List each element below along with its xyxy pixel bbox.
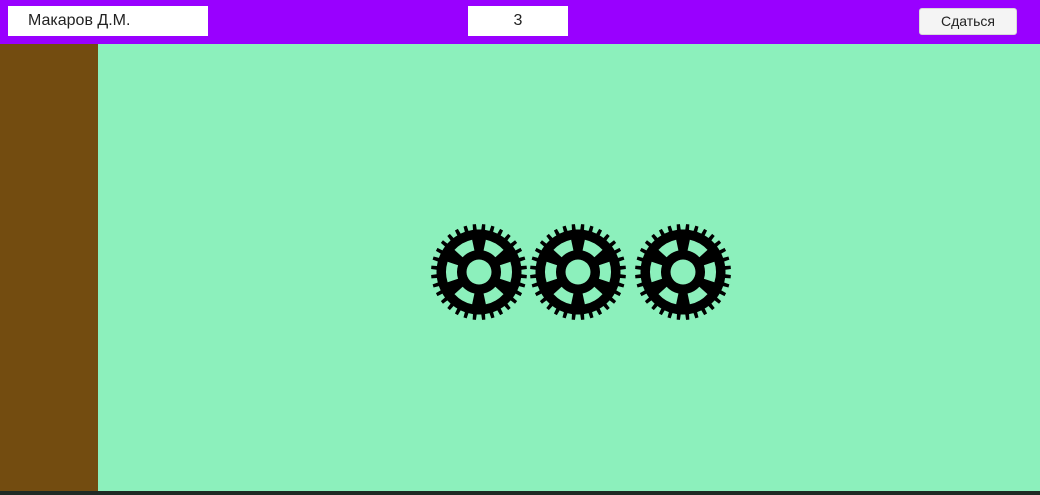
- top-bar: Макаров Д.М. 3 Сдаться: [0, 0, 1040, 44]
- gear-icon[interactable]: [633, 222, 733, 322]
- game-screen: Макаров Д.М. 3 Сдаться: [0, 0, 1040, 495]
- counter-display: 3: [468, 6, 568, 36]
- player-name-field: Макаров Д.М.: [8, 6, 208, 36]
- gear-icon[interactable]: [429, 222, 529, 322]
- gear-icon[interactable]: [528, 222, 628, 322]
- sidebar-panel: [0, 44, 98, 491]
- surrender-button[interactable]: Сдаться: [919, 8, 1017, 35]
